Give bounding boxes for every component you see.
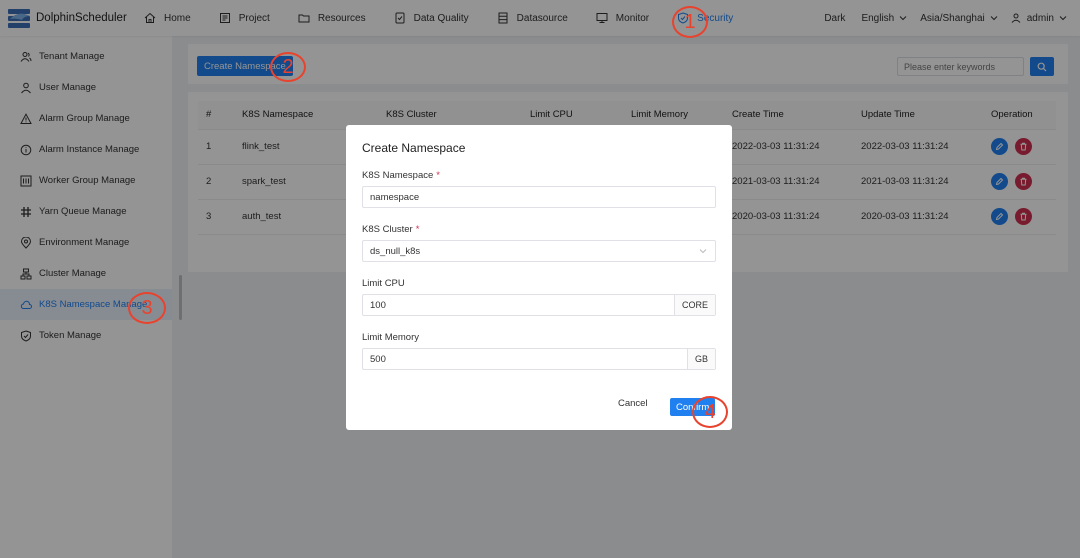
cpu-field-label: Limit CPU <box>362 278 405 289</box>
create-namespace-dialog: Create Namespace K8S Namespace * namespac… <box>346 125 732 430</box>
namespace-input[interactable]: namespace <box>362 186 716 208</box>
memory-field-label: Limit Memory <box>362 332 420 343</box>
namespace-field-label: K8S Namespace * <box>362 170 440 181</box>
cpu-unit: CORE <box>673 295 715 315</box>
confirm-button[interactable]: Confirm <box>670 398 716 416</box>
dialog-title: Create Namespace <box>362 141 466 155</box>
required-mark: * <box>436 170 440 181</box>
memory-input[interactable]: 500 GB <box>362 348 716 370</box>
chevron-down-icon <box>699 249 707 254</box>
memory-unit: GB <box>686 349 715 369</box>
cancel-button[interactable]: Cancel <box>618 398 648 409</box>
required-mark: * <box>415 224 420 235</box>
cpu-input[interactable]: 100 CORE <box>362 294 716 316</box>
cluster-field-label: K8S Cluster * <box>362 224 420 235</box>
cluster-select[interactable]: ds_null_k8s <box>362 240 716 262</box>
